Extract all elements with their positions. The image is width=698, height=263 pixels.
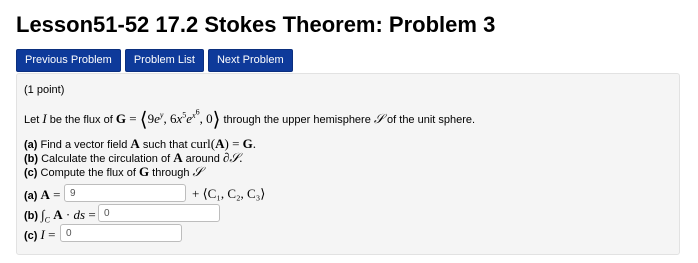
page-title: Lesson51-52 17.2 Stokes Theorem: Problem…: [16, 12, 496, 37]
answer-a-constant: + ⟨C₁, C₂, C₃⟩: [192, 186, 266, 201]
answer-c-label: (c) I =: [24, 227, 56, 242]
answer-c-input[interactable]: 0: [60, 224, 182, 242]
problem-statement: Let I be the flux of G = ⟨9ey, 6x5ex6, 0…: [24, 107, 476, 131]
previous-problem-button[interactable]: Previous Problem: [16, 49, 121, 72]
next-problem-button[interactable]: Next Problem: [207, 49, 293, 72]
problem-navigation: Previous Problem Problem List Next Probl…: [16, 49, 293, 72]
answer-a-input[interactable]: 9: [64, 184, 186, 202]
problem-panel: (1 point) Let I be the flux of G = ⟨9ey,…: [16, 73, 680, 255]
answer-b-input[interactable]: 0: [98, 204, 220, 222]
answer-a-label: (a) A =: [24, 187, 61, 202]
part-c-question: (c) Compute the flux of G through 𝒮: [24, 164, 203, 179]
problem-list-button[interactable]: Problem List: [124, 49, 204, 72]
answer-b-label: (b) ∫C A · ds =: [24, 207, 96, 225]
problem-points: (1 point): [24, 84, 65, 96]
